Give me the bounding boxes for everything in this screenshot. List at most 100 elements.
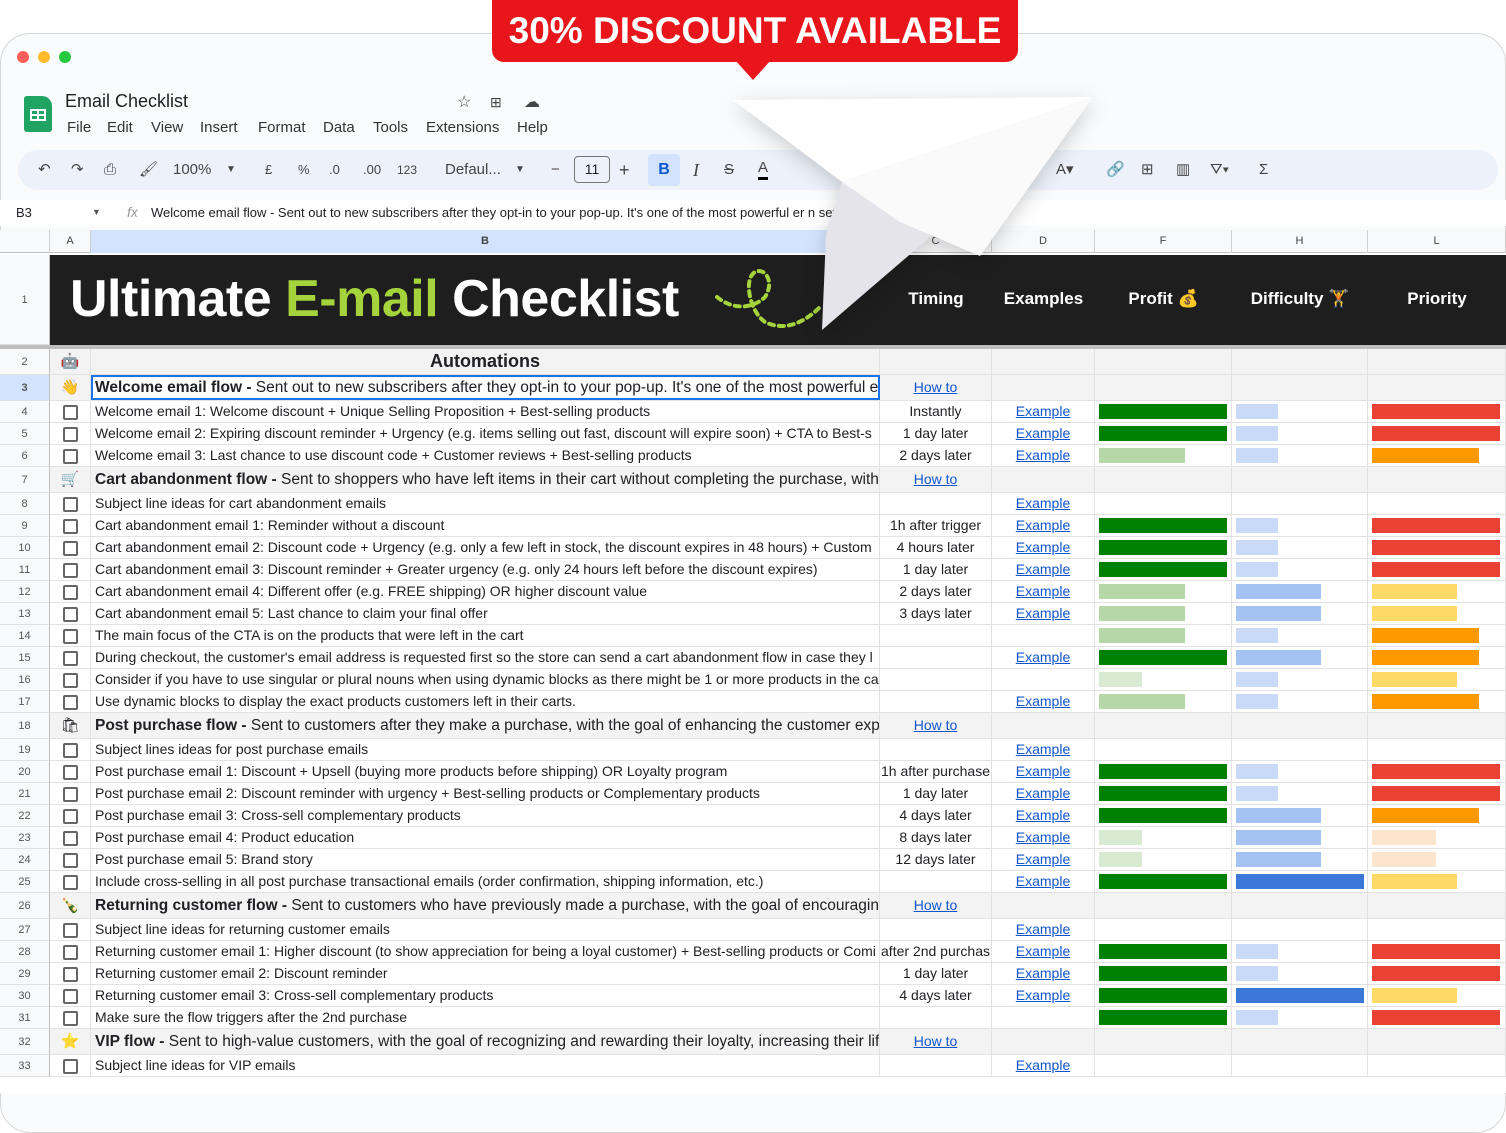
row-header[interactable]: 4 [0,401,50,423]
row-header[interactable]: 20 [0,761,50,783]
checkbox[interactable] [63,765,78,780]
task-cell[interactable]: Post purchase email 2: Discount reminder… [91,783,880,804]
task-cell[interactable]: Subject line ideas for cart abandonment … [91,493,880,514]
example-link[interactable]: Example [1016,741,1070,757]
row-header[interactable]: 23 [0,827,50,849]
row-header[interactable]: 33 [0,1055,50,1077]
row-header[interactable]: 10 [0,537,50,559]
example-link[interactable]: Example [1016,495,1070,511]
checkbox[interactable] [63,695,78,710]
row-header[interactable]: 16 [0,669,50,691]
example-link[interactable]: Example [1016,605,1070,621]
example-link[interactable]: Example [1016,763,1070,779]
checkbox[interactable] [63,787,78,802]
task-cell[interactable]: Returning customer email 1: Higher disco… [91,941,880,962]
row-header[interactable]: 14 [0,625,50,647]
row-header[interactable]: 25 [0,871,50,893]
example-link[interactable]: Example [1016,829,1070,845]
row-header[interactable]: 30 [0,985,50,1007]
checkbox[interactable] [63,405,78,420]
checkbox[interactable] [63,1011,78,1026]
task-cell[interactable]: Subject line ideas for returning custome… [91,919,880,940]
example-link[interactable]: Example [1016,1057,1070,1073]
row-header[interactable]: 9 [0,515,50,537]
example-link[interactable]: Example [1016,943,1070,959]
row-header[interactable]: 31 [0,1007,50,1029]
flow-description-cell[interactable]: Cart abandonment flow - Sent to shoppers… [91,467,880,492]
example-link[interactable]: Example [1016,517,1070,533]
row-header[interactable]: 7 [0,467,50,493]
how-to-link[interactable]: How to [914,897,958,913]
row-header[interactable]: 5 [0,423,50,445]
task-cell[interactable]: Returning customer email 3: Cross-sell c… [91,985,880,1006]
checkbox[interactable] [63,945,78,960]
checkbox[interactable] [63,967,78,982]
task-cell[interactable]: Post purchase email 5: Brand story [91,849,880,870]
checkbox[interactable] [63,497,78,512]
checkbox[interactable] [63,607,78,622]
task-cell[interactable]: Cart abandonment email 3: Discount remin… [91,559,880,580]
task-cell[interactable]: Welcome email 3: Last chance to use disc… [91,445,880,466]
checkbox[interactable] [63,875,78,890]
row-header[interactable]: 15 [0,647,50,669]
checkbox[interactable] [63,651,78,666]
example-link[interactable]: Example [1016,539,1070,555]
checkbox[interactable] [63,809,78,824]
checkbox[interactable] [63,989,78,1004]
task-cell[interactable]: Cart abandonment email 1: Reminder witho… [91,515,880,536]
checkbox[interactable] [63,853,78,868]
example-link[interactable]: Example [1016,649,1070,665]
task-cell[interactable]: Post purchase email 4: Product education [91,827,880,848]
task-cell[interactable]: Welcome email 2: Expiring discount remin… [91,423,880,444]
checkbox[interactable] [63,831,78,846]
row-header[interactable]: 19 [0,739,50,761]
checkbox[interactable] [63,449,78,464]
example-link[interactable]: Example [1016,965,1070,981]
checkbox[interactable] [63,541,78,556]
task-cell[interactable]: Subject lines ideas for post purchase em… [91,739,880,760]
task-cell[interactable]: Subject line ideas for VIP emails [91,1055,880,1076]
how-to-link[interactable]: How to [914,1033,958,1049]
row-header[interactable]: 13 [0,603,50,625]
task-cell[interactable]: Post purchase email 1: Discount + Upsell… [91,761,880,782]
row-header[interactable]: 18 [0,713,50,739]
example-link[interactable]: Example [1016,447,1070,463]
checkbox[interactable] [63,585,78,600]
row-header[interactable]: 29 [0,963,50,985]
row-header[interactable]: 27 [0,919,50,941]
example-link[interactable]: Example [1016,785,1070,801]
how-to-link[interactable]: How to [914,471,958,487]
discount-banner[interactable]: 30% DISCOUNT AVAILABLE [492,0,1018,62]
checkbox[interactable] [63,629,78,644]
example-link[interactable]: Example [1016,921,1070,937]
row-header[interactable]: 32 [0,1029,50,1055]
how-to-link[interactable]: How to [914,717,958,733]
task-cell[interactable]: Consider if you have to use singular or … [91,669,880,690]
example-link[interactable]: Example [1016,851,1070,867]
task-cell[interactable]: Cart abandonment email 2: Discount code … [91,537,880,558]
checkbox[interactable] [63,1059,78,1074]
flow-description-cell[interactable]: Returning customer flow - Sent to custom… [91,893,880,918]
row-header[interactable]: 6 [0,445,50,467]
row-header[interactable]: 12 [0,581,50,603]
flow-description-cell[interactable]: VIP flow - Sent to high-value customers,… [91,1029,880,1054]
checkbox[interactable] [63,519,78,534]
task-cell[interactable]: Cart abandonment email 5: Last chance to… [91,603,880,624]
task-cell[interactable]: Post purchase email 3: Cross-sell comple… [91,805,880,826]
task-cell[interactable]: Cart abandonment email 4: Different offe… [91,581,880,602]
task-cell[interactable]: Make sure the flow triggers after the 2n… [91,1007,880,1028]
row-header[interactable]: 17 [0,691,50,713]
example-link[interactable]: Example [1016,873,1070,889]
task-cell[interactable]: Use dynamic blocks to display the exact … [91,691,880,712]
row-header[interactable]: 26 [0,893,50,919]
row-header[interactable]: 8 [0,493,50,515]
checkbox[interactable] [63,673,78,688]
row-header[interactable]: 24 [0,849,50,871]
checkbox[interactable] [63,427,78,442]
task-cell[interactable]: Welcome email 1: Welcome discount + Uniq… [91,401,880,422]
example-link[interactable]: Example [1016,987,1070,1003]
task-cell[interactable]: The main focus of the CTA is on the prod… [91,625,880,646]
task-cell[interactable]: Returning customer email 2: Discount rem… [91,963,880,984]
row-header[interactable]: 21 [0,783,50,805]
checkbox[interactable] [63,743,78,758]
